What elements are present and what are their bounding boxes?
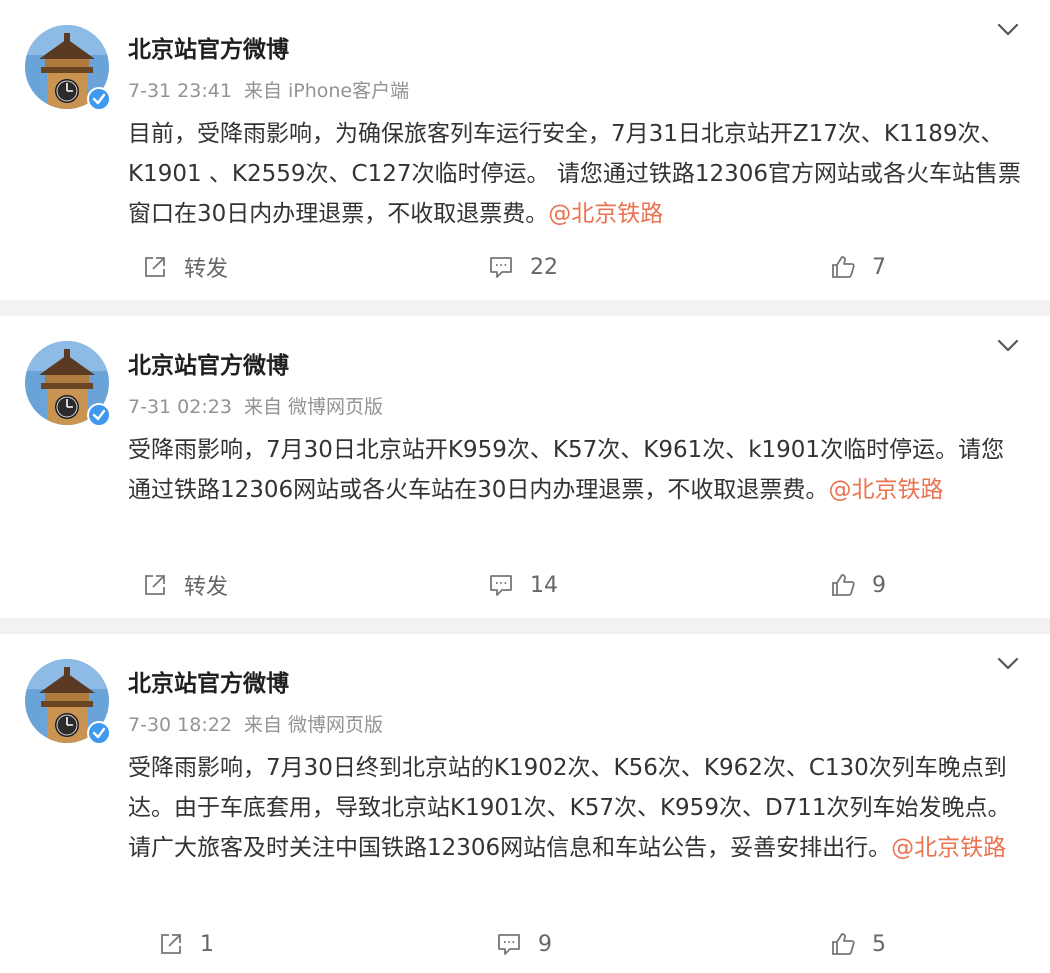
post-time[interactable]: 7-30 18:22 bbox=[128, 714, 232, 736]
like-count: 9 bbox=[872, 572, 886, 598]
chevron-down-icon[interactable] bbox=[996, 656, 1020, 672]
share-arrow-icon bbox=[145, 257, 165, 277]
like-button[interactable]: 5 bbox=[830, 924, 886, 964]
repost-label: 转发 bbox=[184, 257, 229, 282]
thumbs-up-icon bbox=[832, 574, 855, 596]
comment-count: 22 bbox=[530, 254, 558, 280]
thumbs-up-icon bbox=[832, 933, 855, 955]
verified-badge-icon bbox=[87, 721, 111, 745]
post-actions: 转发 14 9 bbox=[0, 565, 1050, 605]
post-meta: 7-30 18:22 来自 微博网页版 bbox=[128, 710, 389, 737]
comment-count: 9 bbox=[538, 931, 552, 957]
post-text: 受降雨影响，7月30日终到北京站的K1902次、K56次、K962次、C130次… bbox=[128, 748, 1023, 868]
author-name[interactable]: 北京站官方微博 bbox=[128, 346, 289, 380]
post-meta: 7-31 23:41 来自 iPhone客户端 bbox=[128, 76, 415, 103]
share-arrow-icon bbox=[161, 934, 181, 954]
like-count: 5 bbox=[872, 931, 886, 957]
like-button[interactable]: 9 bbox=[830, 565, 886, 605]
post-time[interactable]: 7-31 23:41 bbox=[128, 80, 232, 102]
comment-bubble-icon bbox=[498, 934, 520, 955]
like-count: 7 bbox=[872, 254, 886, 280]
comment-bubble-icon bbox=[490, 257, 512, 278]
weibo-post: 北京站官方微博 7-30 18:22 来自 微博网页版 受降雨影响，7月30日终到… bbox=[0, 634, 1050, 973]
post-source: 微博网页版 bbox=[287, 714, 383, 736]
weibo-post: 北京站官方微博 7-31 02:23 来自 微博网页版 受降雨影响，7月30日北京… bbox=[0, 316, 1050, 618]
author-name[interactable]: 北京站官方微博 bbox=[128, 664, 289, 698]
chevron-down-icon[interactable] bbox=[996, 338, 1020, 354]
post-body: 受降雨影响，7月30日终到北京站的K1902次、K56次、K962次、C130次… bbox=[128, 755, 1011, 861]
post-separator bbox=[0, 300, 1050, 316]
weibo-post: 北京站官方微博 7-31 23:41 来自 iPhone客户端 目前，受降雨影响，… bbox=[0, 0, 1050, 300]
weibo-feed: 北京站官方微博 7-31 23:41 来自 iPhone客户端 目前，受降雨影响，… bbox=[0, 0, 1050, 973]
verified-badge-icon bbox=[87, 87, 111, 111]
repost-label: 转发 bbox=[184, 575, 229, 600]
repost-button[interactable]: 1 bbox=[158, 924, 214, 964]
thumbs-up-icon bbox=[832, 256, 855, 278]
comment-button[interactable]: 22 bbox=[488, 247, 558, 287]
post-separator bbox=[0, 618, 1050, 634]
mention-link[interactable]: @北京铁路 bbox=[548, 201, 663, 227]
comment-count: 14 bbox=[530, 572, 558, 598]
comment-button[interactable]: 14 bbox=[488, 565, 558, 605]
post-source: iPhone客户端 bbox=[287, 80, 410, 102]
repost-button[interactable]: 转发 bbox=[142, 565, 228, 605]
avatar[interactable] bbox=[25, 659, 111, 745]
author-name[interactable]: 北京站官方微博 bbox=[128, 30, 289, 64]
post-actions: 转发 22 7 bbox=[0, 247, 1050, 287]
avatar[interactable] bbox=[25, 25, 111, 111]
like-button[interactable]: 7 bbox=[830, 247, 886, 287]
post-text: 受降雨影响，7月30日北京站开K959次、K57次、K961次、k1901次临时… bbox=[128, 430, 1023, 510]
chevron-down-icon[interactable] bbox=[996, 22, 1020, 38]
post-actions: 1 9 5 bbox=[0, 924, 1050, 964]
repost-button[interactable]: 转发 bbox=[142, 247, 228, 287]
verified-badge-icon bbox=[87, 403, 111, 427]
post-via-label: 来自 bbox=[243, 396, 282, 418]
repost-count: 1 bbox=[200, 931, 214, 957]
share-arrow-icon bbox=[145, 575, 165, 595]
mention-link[interactable]: @北京铁路 bbox=[891, 835, 1006, 861]
post-via-label: 来自 bbox=[243, 80, 282, 102]
post-via-label: 来自 bbox=[243, 714, 282, 736]
post-source: 微博网页版 bbox=[287, 396, 383, 418]
comment-bubble-icon bbox=[490, 575, 512, 596]
post-meta: 7-31 02:23 来自 微博网页版 bbox=[128, 392, 389, 419]
mention-link[interactable]: @北京铁路 bbox=[828, 477, 943, 503]
comment-button[interactable]: 9 bbox=[496, 924, 552, 964]
avatar[interactable] bbox=[25, 341, 111, 427]
post-time[interactable]: 7-31 02:23 bbox=[128, 396, 232, 418]
post-text: 目前，受降雨影响，为确保旅客列车运行安全，7月31日北京站开Z17次、K1189… bbox=[128, 114, 1023, 234]
